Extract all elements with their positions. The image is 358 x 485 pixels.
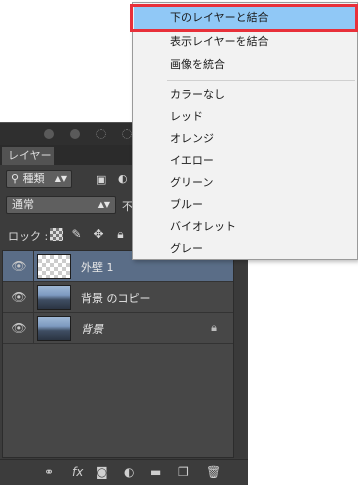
layer-name: 背景 のコピー xyxy=(81,292,151,305)
window-button-icon[interactable] xyxy=(44,129,54,139)
menu-item-merge-visible[interactable]: 表示レイヤーを結合 xyxy=(134,31,356,53)
adjustment-icon[interactable]: ◐ xyxy=(124,465,134,479)
divider xyxy=(33,282,34,313)
filter-kind-label: 種類 xyxy=(22,172,45,185)
menu-item-color-red[interactable]: レッド xyxy=(134,106,356,128)
menu-item-color-green[interactable]: グリーン xyxy=(134,172,356,194)
scrollbar[interactable] xyxy=(234,250,246,458)
blend-mode-value: 通常 xyxy=(12,198,34,211)
divider xyxy=(33,251,34,282)
menu-item-color-violet[interactable]: バイオレット xyxy=(134,216,356,238)
tab-layers[interactable]: レイヤー xyxy=(2,147,54,165)
link-icon[interactable]: ⚭ xyxy=(44,465,54,479)
fx-icon[interactable]: fx xyxy=(72,465,83,479)
chevron-updown-icon: ▲▼ xyxy=(97,200,110,209)
chevron-updown-icon: ▲▼ xyxy=(54,174,67,183)
layer-thumbnail xyxy=(37,316,71,341)
lock-icon[interactable]: 🔒︎ xyxy=(114,228,127,241)
move-icon[interactable]: ✥ xyxy=(92,228,105,241)
layer-thumbnail xyxy=(37,285,71,310)
eye-icon[interactable]: 👁︎ xyxy=(11,259,27,273)
layer-row-background[interactable]: 👁︎ 背景 🔒︎ xyxy=(3,313,233,344)
menu-divider xyxy=(167,80,355,81)
menu-item-color-none[interactable]: カラーなし xyxy=(134,84,356,106)
blend-mode-select[interactable]: 通常 ▲▼ xyxy=(6,196,116,214)
lock-transparency-icon[interactable] xyxy=(50,228,63,241)
lock-icon: 🔒︎ xyxy=(211,321,217,334)
eye-icon[interactable]: 👁︎ xyxy=(11,321,27,335)
eye-icon[interactable]: 👁︎ xyxy=(11,290,27,304)
window-button-icon[interactable] xyxy=(122,129,132,139)
layer-name: 背景 xyxy=(81,323,103,336)
layer-name: 外壁 1 xyxy=(81,261,114,274)
folder-icon[interactable]: ▬ xyxy=(150,465,161,479)
layer-row-background-copy[interactable]: 👁︎ 背景 のコピー xyxy=(3,282,233,313)
menu-item-merge-down[interactable]: 下のレイヤーと結合 xyxy=(134,7,356,29)
new-layer-icon[interactable]: ❐ xyxy=(178,465,189,479)
image-filter-icon[interactable]: ▣ xyxy=(96,173,106,186)
window-button-icon[interactable] xyxy=(96,129,106,139)
adjustment-filter-icon[interactable]: ◐ xyxy=(118,172,128,185)
window-button-icon[interactable] xyxy=(70,129,80,139)
filter-kind-select[interactable]: ⚲ 種類 ▲▼ xyxy=(6,170,72,188)
trash-icon[interactable]: 🗑︎ xyxy=(206,465,221,479)
menu-item-color-gray[interactable]: グレー xyxy=(134,238,356,260)
menu-item-color-blue[interactable]: ブルー xyxy=(134,194,356,216)
divider xyxy=(33,313,34,344)
brush-icon[interactable]: ✎ xyxy=(70,228,83,241)
menu-item-color-orange[interactable]: オレンジ xyxy=(134,128,356,150)
search-icon: ⚲ xyxy=(11,172,23,185)
mask-icon[interactable]: ◙ xyxy=(96,465,108,479)
context-menu: 下のレイヤーと結合 表示レイヤーを結合 画像を統合 カラーなし レッド オレンジ… xyxy=(132,2,358,260)
menu-item-flatten-image[interactable]: 画像を統合 xyxy=(134,54,356,76)
menu-item-color-yellow[interactable]: イエロー xyxy=(134,150,356,172)
layer-list: 👁︎ 外壁 1 👁︎ 背景 のコピー 👁︎ 背景 🔒︎ xyxy=(2,250,234,458)
layer-thumbnail xyxy=(37,254,71,279)
lock-label: ロック : xyxy=(8,230,49,243)
layer-actions-bar: ⚭ fx ◙ ◐ ▬ ❐ 🗑︎ xyxy=(0,459,248,483)
